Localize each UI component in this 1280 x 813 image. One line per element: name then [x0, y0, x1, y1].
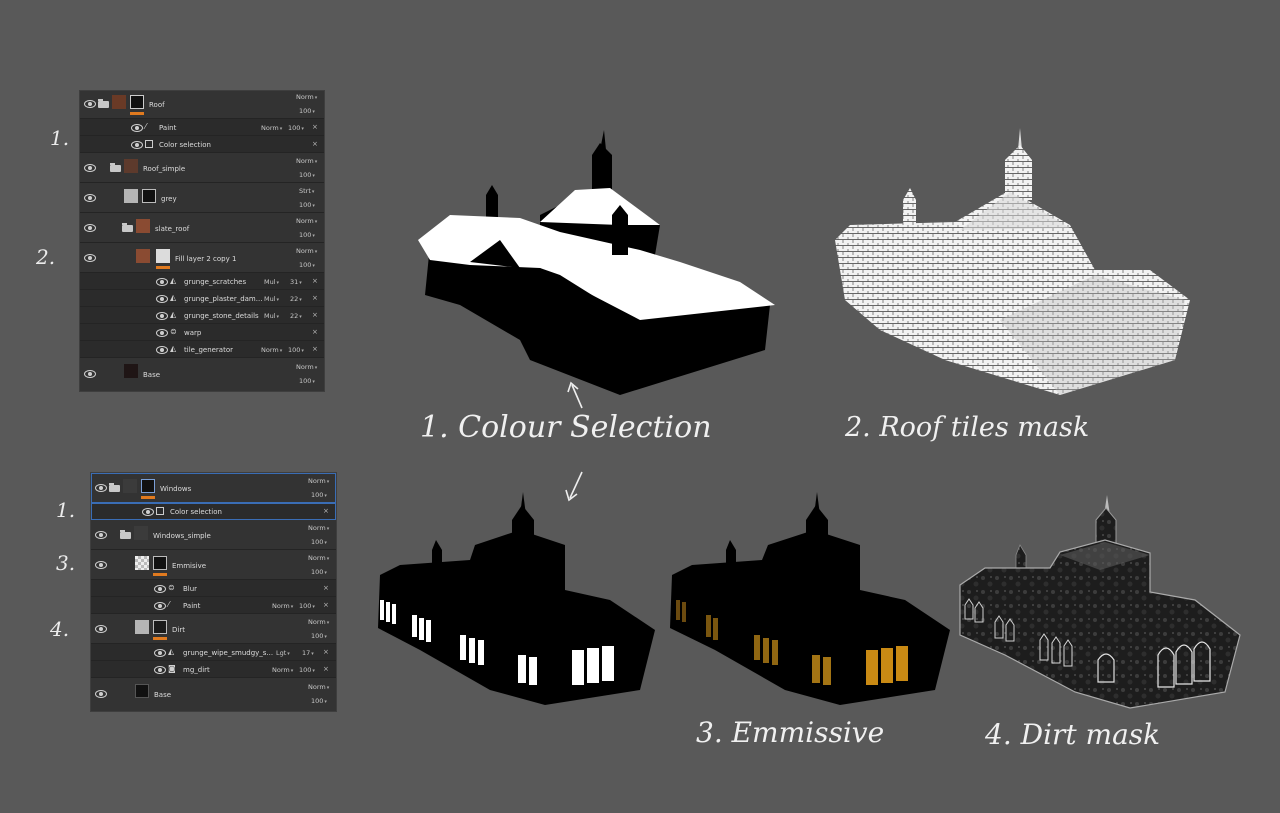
arrow-down-icon [565, 471, 583, 502]
arrow-up-icon [567, 381, 583, 409]
render-dirt-mask [959, 495, 1241, 709]
render-colour-selection-windows [378, 492, 655, 705]
render-canvas [378, 128, 1241, 709]
render-colour-selection-roof [418, 130, 775, 395]
render-emmissive [670, 492, 950, 705]
render-roof-tiles-mask [835, 128, 1190, 395]
